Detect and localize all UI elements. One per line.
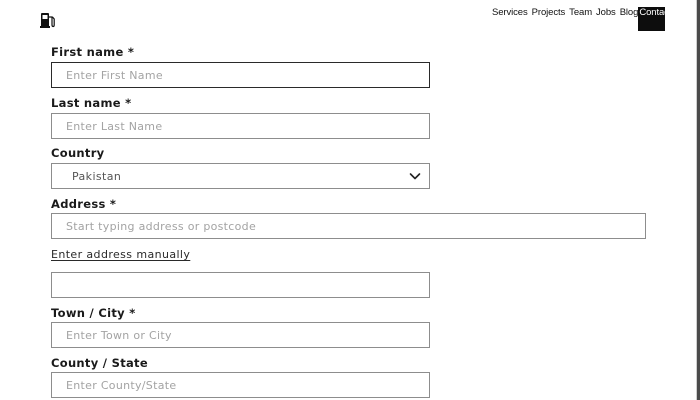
last-name-input[interactable] (51, 113, 430, 139)
first-name-input[interactable] (51, 62, 430, 88)
nav-blog[interactable]: Blog (620, 7, 639, 19)
address-line-input[interactable] (51, 272, 430, 298)
chevron-down-icon (409, 173, 421, 180)
address-label: Address * (51, 197, 117, 211)
address-search-input[interactable] (51, 213, 646, 239)
nav-jobs[interactable]: Jobs (596, 7, 616, 19)
last-name-label: Last name * (51, 96, 132, 110)
county-state-label: County / State (51, 356, 148, 370)
nav-services[interactable]: Services (492, 7, 528, 19)
country-selected-value: Pakistan (72, 169, 122, 183)
first-name-label: First name * (51, 45, 135, 59)
nav-team[interactable]: Team (569, 7, 592, 19)
country-label: Country (51, 146, 105, 160)
enter-address-manually-link[interactable]: Enter address manually (51, 248, 190, 261)
town-city-input[interactable] (51, 322, 430, 348)
county-state-input[interactable] (51, 372, 430, 398)
town-city-label: Town / City * (51, 306, 136, 320)
country-select[interactable]: Pakistan (51, 163, 430, 189)
page: Services Projects Team Jobs Blog Contact… (0, 0, 700, 400)
fuel-pump-icon[interactable] (39, 10, 57, 30)
nav-projects[interactable]: Projects (532, 7, 566, 19)
nav-contact[interactable]: Contact (638, 7, 666, 31)
top-nav: Services Projects Team Jobs Blog Contact (492, 7, 666, 31)
